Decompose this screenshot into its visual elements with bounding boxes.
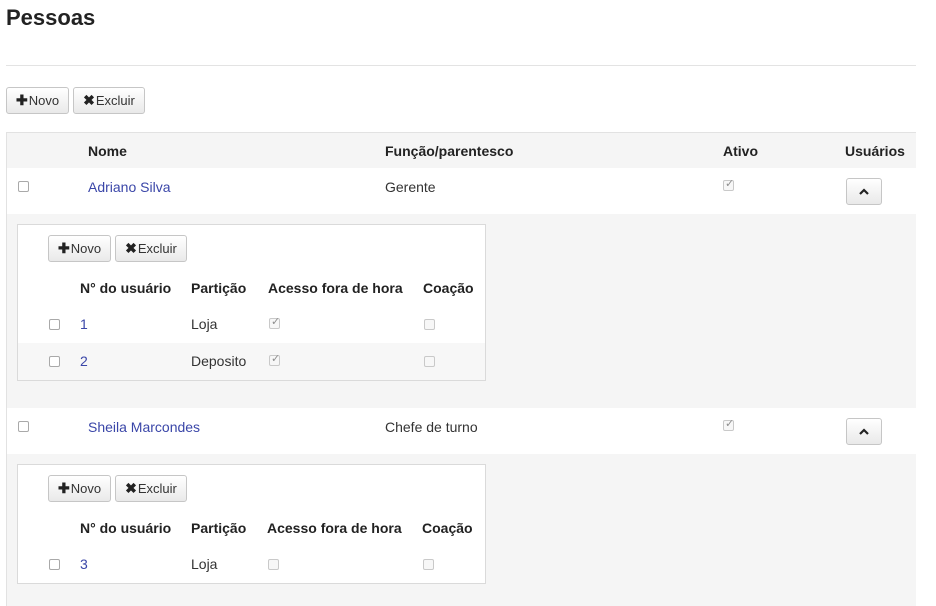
sub-header-after-hours: Acesso fora de hora [268, 280, 403, 296]
person-name-link[interactable]: Adriano Silva [88, 179, 171, 195]
sub-header-partition: Partição [191, 520, 247, 536]
after-hours-checkbox [268, 559, 279, 570]
person-name-link[interactable]: Sheila Marcondes [88, 419, 200, 435]
sub-row-select-checkbox[interactable] [49, 319, 60, 330]
people-table: Nome Função/parentesco Ativo Usuários Ad… [6, 132, 916, 606]
sub-toolbar: ✚ Novo ✖ Excluir [48, 475, 187, 502]
collapse-users-button[interactable] [846, 418, 882, 445]
duress-checkbox [424, 356, 435, 367]
sub-delete-label: Excluir [137, 241, 177, 256]
table-row: 1 Loja [18, 306, 485, 343]
new-button[interactable]: ✚ Novo [6, 87, 70, 114]
user-number-link[interactable]: 2 [80, 353, 88, 369]
table-row: Sheila Marcondes Chefe de turno [7, 408, 916, 454]
sub-toolbar: ✚ Novo ✖ Excluir [48, 235, 187, 262]
x-icon: ✖ [83, 92, 95, 108]
x-icon: ✖ [125, 480, 137, 496]
table-row: 2 Deposito [18, 343, 485, 380]
row-select-checkbox[interactable] [18, 181, 29, 192]
users-subtable: ✚ Novo ✖ Excluir N° do usuário Partição … [17, 464, 486, 584]
sub-header-user-no: N° do usuário [80, 280, 172, 296]
header-active: Ativo [723, 143, 758, 159]
after-hours-checkbox [269, 315, 280, 329]
after-hours-checkbox [269, 352, 280, 366]
sub-header-partition: Partição [191, 280, 247, 296]
new-button-label: Novo [28, 93, 60, 108]
sub-delete-button[interactable]: ✖ Excluir [115, 475, 187, 502]
users-subtable: ✚ Novo ✖ Excluir N° do usuário Partição … [17, 224, 486, 381]
header-users: Usuários [845, 143, 905, 159]
active-checkbox [723, 417, 734, 431]
delete-button[interactable]: ✖ Excluir [73, 87, 145, 114]
partition-cell: Loja [191, 556, 218, 572]
title-divider [6, 65, 916, 66]
header-name: Nome [88, 143, 127, 159]
sub-new-button[interactable]: ✚ Novo [48, 235, 112, 262]
plus-icon: ✚ [58, 240, 70, 256]
x-icon: ✖ [125, 240, 137, 256]
row-select-checkbox[interactable] [18, 421, 29, 432]
collapse-users-button[interactable] [846, 178, 882, 205]
page-title: Pessoas [6, 5, 96, 30]
chevron-up-icon [859, 188, 869, 195]
sub-new-label: Novo [70, 241, 102, 256]
active-checkbox [723, 177, 734, 191]
sub-header-after-hours: Acesso fora de hora [267, 520, 402, 536]
table-row: Adriano Silva Gerente [7, 168, 916, 214]
table-row: 3 Loja [18, 546, 485, 583]
partition-cell: Loja [191, 316, 218, 332]
main-toolbar: ✚ Novo ✖ Excluir [6, 87, 145, 114]
header-role: Função/parentesco [385, 143, 514, 159]
sub-new-label: Novo [70, 481, 102, 496]
delete-button-label: Excluir [95, 93, 135, 108]
sub-header-duress: Coação [423, 280, 474, 296]
plus-icon: ✚ [58, 480, 70, 496]
partition-cell: Deposito [191, 353, 247, 369]
sub-header-user-no: N° do usuário [80, 520, 172, 536]
sub-new-button[interactable]: ✚ Novo [48, 475, 112, 502]
sub-delete-label: Excluir [137, 481, 177, 496]
duress-checkbox [423, 559, 434, 570]
person-role: Gerente [385, 179, 436, 195]
duress-checkbox [424, 319, 435, 330]
sub-row-select-checkbox[interactable] [49, 559, 60, 570]
user-number-link[interactable]: 1 [80, 316, 88, 332]
user-number-link[interactable]: 3 [80, 556, 88, 572]
chevron-up-icon [859, 428, 869, 435]
sub-header-duress: Coação [422, 520, 473, 536]
person-role: Chefe de turno [385, 419, 478, 435]
sub-delete-button[interactable]: ✖ Excluir [115, 235, 187, 262]
plus-icon: ✚ [16, 92, 28, 108]
sub-row-select-checkbox[interactable] [49, 356, 60, 367]
